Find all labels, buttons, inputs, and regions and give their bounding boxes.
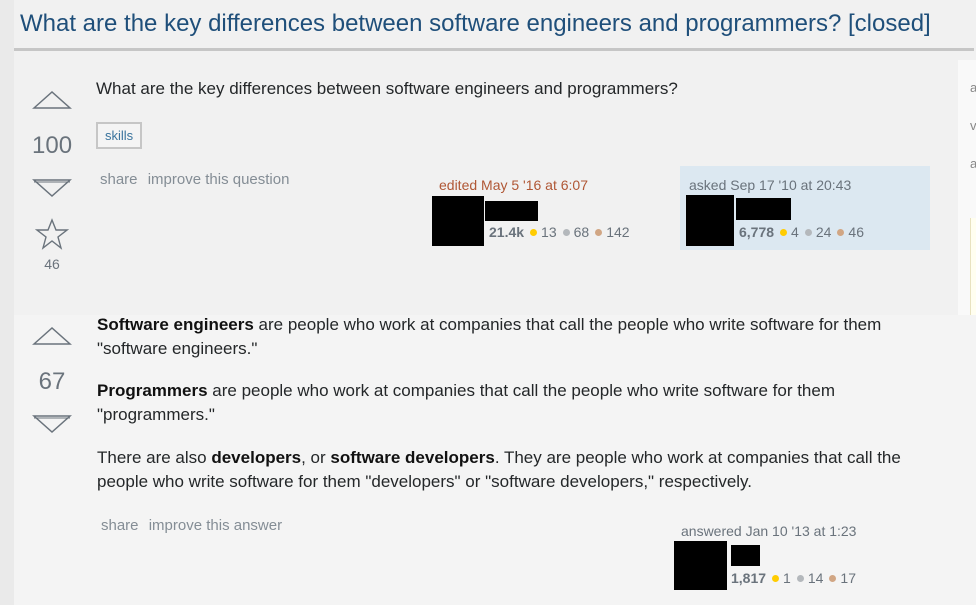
- bronze-badge-icon: [595, 229, 603, 237]
- favorite-count: 46: [44, 256, 60, 272]
- bronze-badge-count: 17: [840, 570, 856, 586]
- edited-timestamp[interactable]: edited May 5 '16 at 6:07: [439, 177, 588, 193]
- answerer-reputation: 1,817 1 14 17: [731, 570, 856, 586]
- bold-term: software developers: [330, 448, 495, 467]
- reputation-score: 1,817: [731, 570, 767, 586]
- answer-vote-count: 67: [38, 368, 66, 395]
- reputation-score: 21.4k: [489, 224, 525, 240]
- bold-term: developers: [211, 448, 302, 467]
- answerer-username[interactable]: [731, 545, 760, 566]
- answerer-avatar[interactable]: [674, 541, 727, 590]
- reputation-score: 6,778: [739, 224, 775, 240]
- question-vote-cell: 100 46: [32, 90, 72, 272]
- silver-badge-count: 14: [807, 570, 824, 586]
- bronze-badge-icon: [837, 229, 845, 237]
- upvote-icon[interactable]: [32, 90, 72, 110]
- gold-badge-count: 1: [783, 570, 791, 586]
- sidebar-letter[interactable]: v: [970, 118, 976, 133]
- question-post-menu: share improve this question: [100, 171, 295, 188]
- paragraph-text: , or: [301, 448, 331, 467]
- improve-question-link[interactable]: improve this question: [148, 171, 290, 188]
- editor-username[interactable]: [485, 201, 538, 221]
- improve-answer-link[interactable]: improve this answer: [149, 517, 282, 534]
- editor-reputation: 21.4k 13 68 142: [489, 224, 630, 240]
- paragraph-text: There are also: [97, 448, 212, 467]
- owner-signature: asked Sep 17 '10 at 20:43 6,778 4 24 46: [680, 166, 930, 250]
- question-title[interactable]: What are the key differences between sof…: [20, 10, 931, 38]
- share-link[interactable]: share: [101, 517, 139, 534]
- answerer-signature: answered Jan 10 '13 at 1:23 1,817 1 14 17: [674, 516, 934, 596]
- sidebar-letter[interactable]: a: [970, 156, 976, 171]
- page-edge: [0, 0, 14, 605]
- upvote-icon[interactable]: [32, 326, 72, 346]
- answer-paragraph: Programmers are people who work at compa…: [97, 379, 927, 427]
- silver-badge-icon: [804, 229, 812, 237]
- answer-post-menu: share improve this answer: [101, 517, 288, 534]
- question-vote-count: 100: [32, 132, 73, 159]
- gold-badge-count: 4: [791, 224, 799, 240]
- answer-paragraph: Software engineers are people who work a…: [97, 313, 927, 361]
- answer-vote-cell: 67: [32, 326, 72, 434]
- sidebar-letter[interactable]: a: [970, 80, 976, 95]
- gold-badge-icon: [772, 575, 780, 583]
- downvote-icon[interactable]: [32, 178, 72, 198]
- title-divider: [14, 48, 974, 51]
- silver-badge-icon: [796, 575, 804, 583]
- answer-paragraph: There are also developers, or software d…: [97, 446, 927, 494]
- share-link[interactable]: share: [100, 171, 138, 188]
- silver-badge-count: 68: [573, 224, 590, 240]
- owner-username[interactable]: [736, 198, 791, 220]
- gold-badge-count: 13: [541, 224, 557, 240]
- silver-badge-count: 24: [815, 224, 832, 240]
- favorite-star-icon[interactable]: [35, 218, 69, 250]
- downvote-icon[interactable]: [32, 414, 72, 434]
- sidebar-box-edge: [970, 218, 976, 318]
- answered-timestamp[interactable]: answered Jan 10 '13 at 1:23: [681, 523, 856, 539]
- editor-signature: edited May 5 '16 at 6:07 21.4k 13 68 142: [432, 170, 662, 250]
- owner-reputation: 6,778 4 24 46: [739, 224, 864, 240]
- paragraph-text: are people who work at companies that ca…: [97, 381, 836, 424]
- bronze-badge-count: 142: [606, 224, 630, 240]
- tag-skills[interactable]: skills: [96, 122, 143, 149]
- gold-badge-icon: [530, 229, 538, 237]
- bronze-badge-icon: [829, 575, 837, 583]
- question-body: What are the key differences between sof…: [96, 79, 678, 98]
- gold-badge-icon: [780, 229, 788, 237]
- editor-avatar[interactable]: [432, 196, 484, 246]
- bronze-badge-count: 46: [848, 224, 864, 240]
- silver-badge-icon: [562, 229, 570, 237]
- bold-term: Software engineers: [97, 315, 254, 334]
- owner-avatar[interactable]: [686, 195, 734, 246]
- asked-timestamp[interactable]: asked Sep 17 '10 at 20:43: [689, 177, 851, 193]
- bold-term: Programmers: [97, 381, 208, 400]
